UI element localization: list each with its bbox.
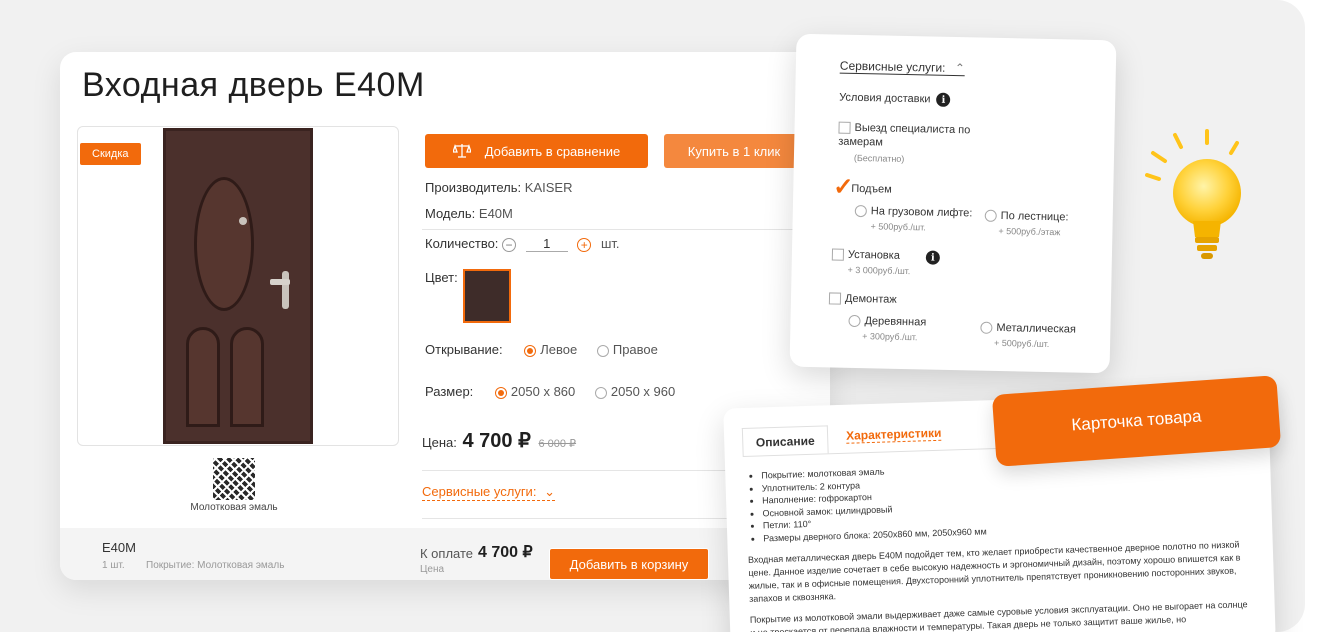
add-to-compare-button[interactable]: Добавить в сравнение [425, 134, 648, 168]
checkbox-icon [828, 292, 842, 305]
info-icon[interactable]: i [936, 92, 951, 107]
description-paragraph: Входная металлическая дверь Е40М подойде… [747, 539, 1241, 604]
quantity-row: Количество: − 1 + шт. [425, 236, 620, 252]
price-value: 4 700 ₽ [462, 430, 531, 452]
install-price: + 3 000руб./шт. [847, 264, 911, 277]
measure-option[interactable]: Выезд специалиста по замерам [838, 121, 989, 152]
services-popup: Сервисные услуги: ⌃ Условия доставки i Вы… [789, 33, 1117, 374]
manufacturer-row: Производитель: KAISER [425, 180, 572, 195]
opening-option-right[interactable]: Правое [596, 342, 658, 357]
chevron-down-icon: ⌄ [544, 484, 555, 499]
price-row: Цена: 4 700 ₽ 6 000 ₽ [422, 428, 576, 453]
add-to-compare-label: Добавить в сравнение [484, 143, 621, 159]
quantity-label: Количество: [425, 236, 499, 251]
model-value: Е40М [478, 206, 513, 221]
specs-list: Покрытие: молотковая эмаль Уплотнитель: … [751, 462, 987, 544]
scales-icon [452, 143, 471, 158]
material-swatch-thumbnail[interactable] [213, 458, 255, 500]
tab-description[interactable]: Описание [741, 425, 829, 457]
chevron-up-icon: ⌃ [954, 61, 966, 76]
summary-product-name: Е40М [102, 540, 136, 555]
lift-cargo-price: + 500руб./шт. [870, 221, 926, 233]
opening-option-left[interactable]: Левое [524, 342, 577, 357]
door-handle [282, 271, 289, 309]
quantity-decrease-button[interactable]: − [502, 237, 517, 252]
material-caption: Молотковая эмаль [190, 502, 278, 513]
radio-icon [596, 344, 609, 357]
door-lower-panel-right [230, 327, 264, 427]
dismantle-wooden-price: + 300руб./шт. [862, 331, 918, 343]
radio-selected-icon [494, 386, 507, 399]
manufacturer-value: KAISER [524, 180, 573, 195]
order-summary-bar: Е40М 1 шт. Покрытие: Молотковая эмаль К … [60, 528, 830, 580]
opening-label: Открывание: [425, 342, 503, 357]
radio-icon [980, 321, 993, 334]
checkbox-icon [831, 248, 845, 261]
dismantle-wooden-option[interactable]: Деревянная [848, 314, 926, 329]
quantity-input[interactable]: 1 [525, 236, 568, 252]
door-oval-panel [194, 177, 254, 311]
radio-selected-icon [524, 344, 537, 357]
size-label: Размер: [425, 384, 474, 399]
add-to-cart-button[interactable]: Добавить в корзину [549, 548, 709, 580]
radio-icon [984, 209, 997, 223]
buy-one-click-button[interactable]: Купить в 1 клик [664, 134, 804, 168]
services-toggle[interactable]: Сервисные услуги: ⌄ [422, 484, 555, 501]
measure-note: (Бесплатно) [853, 152, 905, 164]
price-label: Цена: [422, 435, 457, 450]
door-handle-bar [270, 279, 290, 285]
summary-quantity: 1 шт. [102, 560, 125, 571]
total-label: К оплате [420, 546, 474, 561]
size-option-860[interactable]: 2050 х 860 [494, 384, 575, 399]
delivery-terms-label: Условия доставки [839, 91, 931, 106]
checkbox-icon [838, 121, 851, 134]
quantity-increase-button[interactable]: + [577, 237, 592, 252]
page-title: Входная дверь Е40М [82, 66, 425, 104]
dismantle-option[interactable]: Демонтаж [828, 292, 897, 306]
dismantle-metal-price: + 500руб./шт. [993, 337, 1050, 350]
services-toggle-label: Сервисные услуги: [422, 484, 537, 499]
color-label: Цвет: [425, 270, 458, 285]
total-sublabel: Цена [420, 564, 445, 575]
size-row: Размер: 2050 х 860 2050 х 960 [425, 384, 675, 399]
services-title-label: Сервисные услуги: [839, 58, 946, 75]
sale-badge: Скидка [80, 143, 141, 165]
lift-option[interactable]: Подъем [851, 183, 892, 196]
lift-stairs-price: + 500руб./этаж [998, 225, 1061, 238]
quantity-unit: шт. [600, 236, 620, 251]
delivery-terms[interactable]: Условия доставки i [839, 91, 951, 107]
radio-icon [854, 205, 867, 218]
product-card: Входная дверь Е40М Скидка Молотковая эма… [60, 52, 830, 580]
model-label: Модель: [425, 206, 476, 221]
services-title[interactable]: Сервисные услуги: ⌃ [839, 58, 966, 77]
install-option[interactable]: Установка [831, 248, 900, 262]
divider [422, 229, 802, 230]
tab-specifications[interactable]: Характеристики [845, 425, 942, 444]
lift-cargo-option[interactable]: На грузовом лифте: [854, 205, 973, 220]
radio-icon [848, 314, 861, 328]
summary-coating: Покрытие: Молотковая эмаль [146, 560, 285, 571]
dismantle-metal-option[interactable]: Металлическая [980, 321, 1076, 336]
radio-icon [594, 386, 607, 399]
door-lower-panel-left [186, 327, 220, 427]
model-row: Модель: Е40М [425, 206, 513, 221]
manufacturer-label: Производитель: [425, 180, 522, 195]
door-lock [239, 217, 247, 225]
info-icon[interactable]: i [925, 250, 941, 265]
door-image[interactable] [163, 128, 313, 444]
old-price: 6 000 ₽ [538, 438, 577, 450]
opening-row: Открывание: Левое Правое [425, 342, 658, 357]
lift-stairs-option[interactable]: По лестнице: [984, 209, 1069, 224]
color-swatch-brown[interactable] [463, 269, 511, 323]
measure-label: Выезд специалиста по замерам [838, 121, 971, 149]
lightbulb-icon [1145, 129, 1241, 259]
total-value: 4 700 ₽ [478, 544, 533, 561]
size-option-960[interactable]: 2050 х 960 [594, 384, 675, 399]
